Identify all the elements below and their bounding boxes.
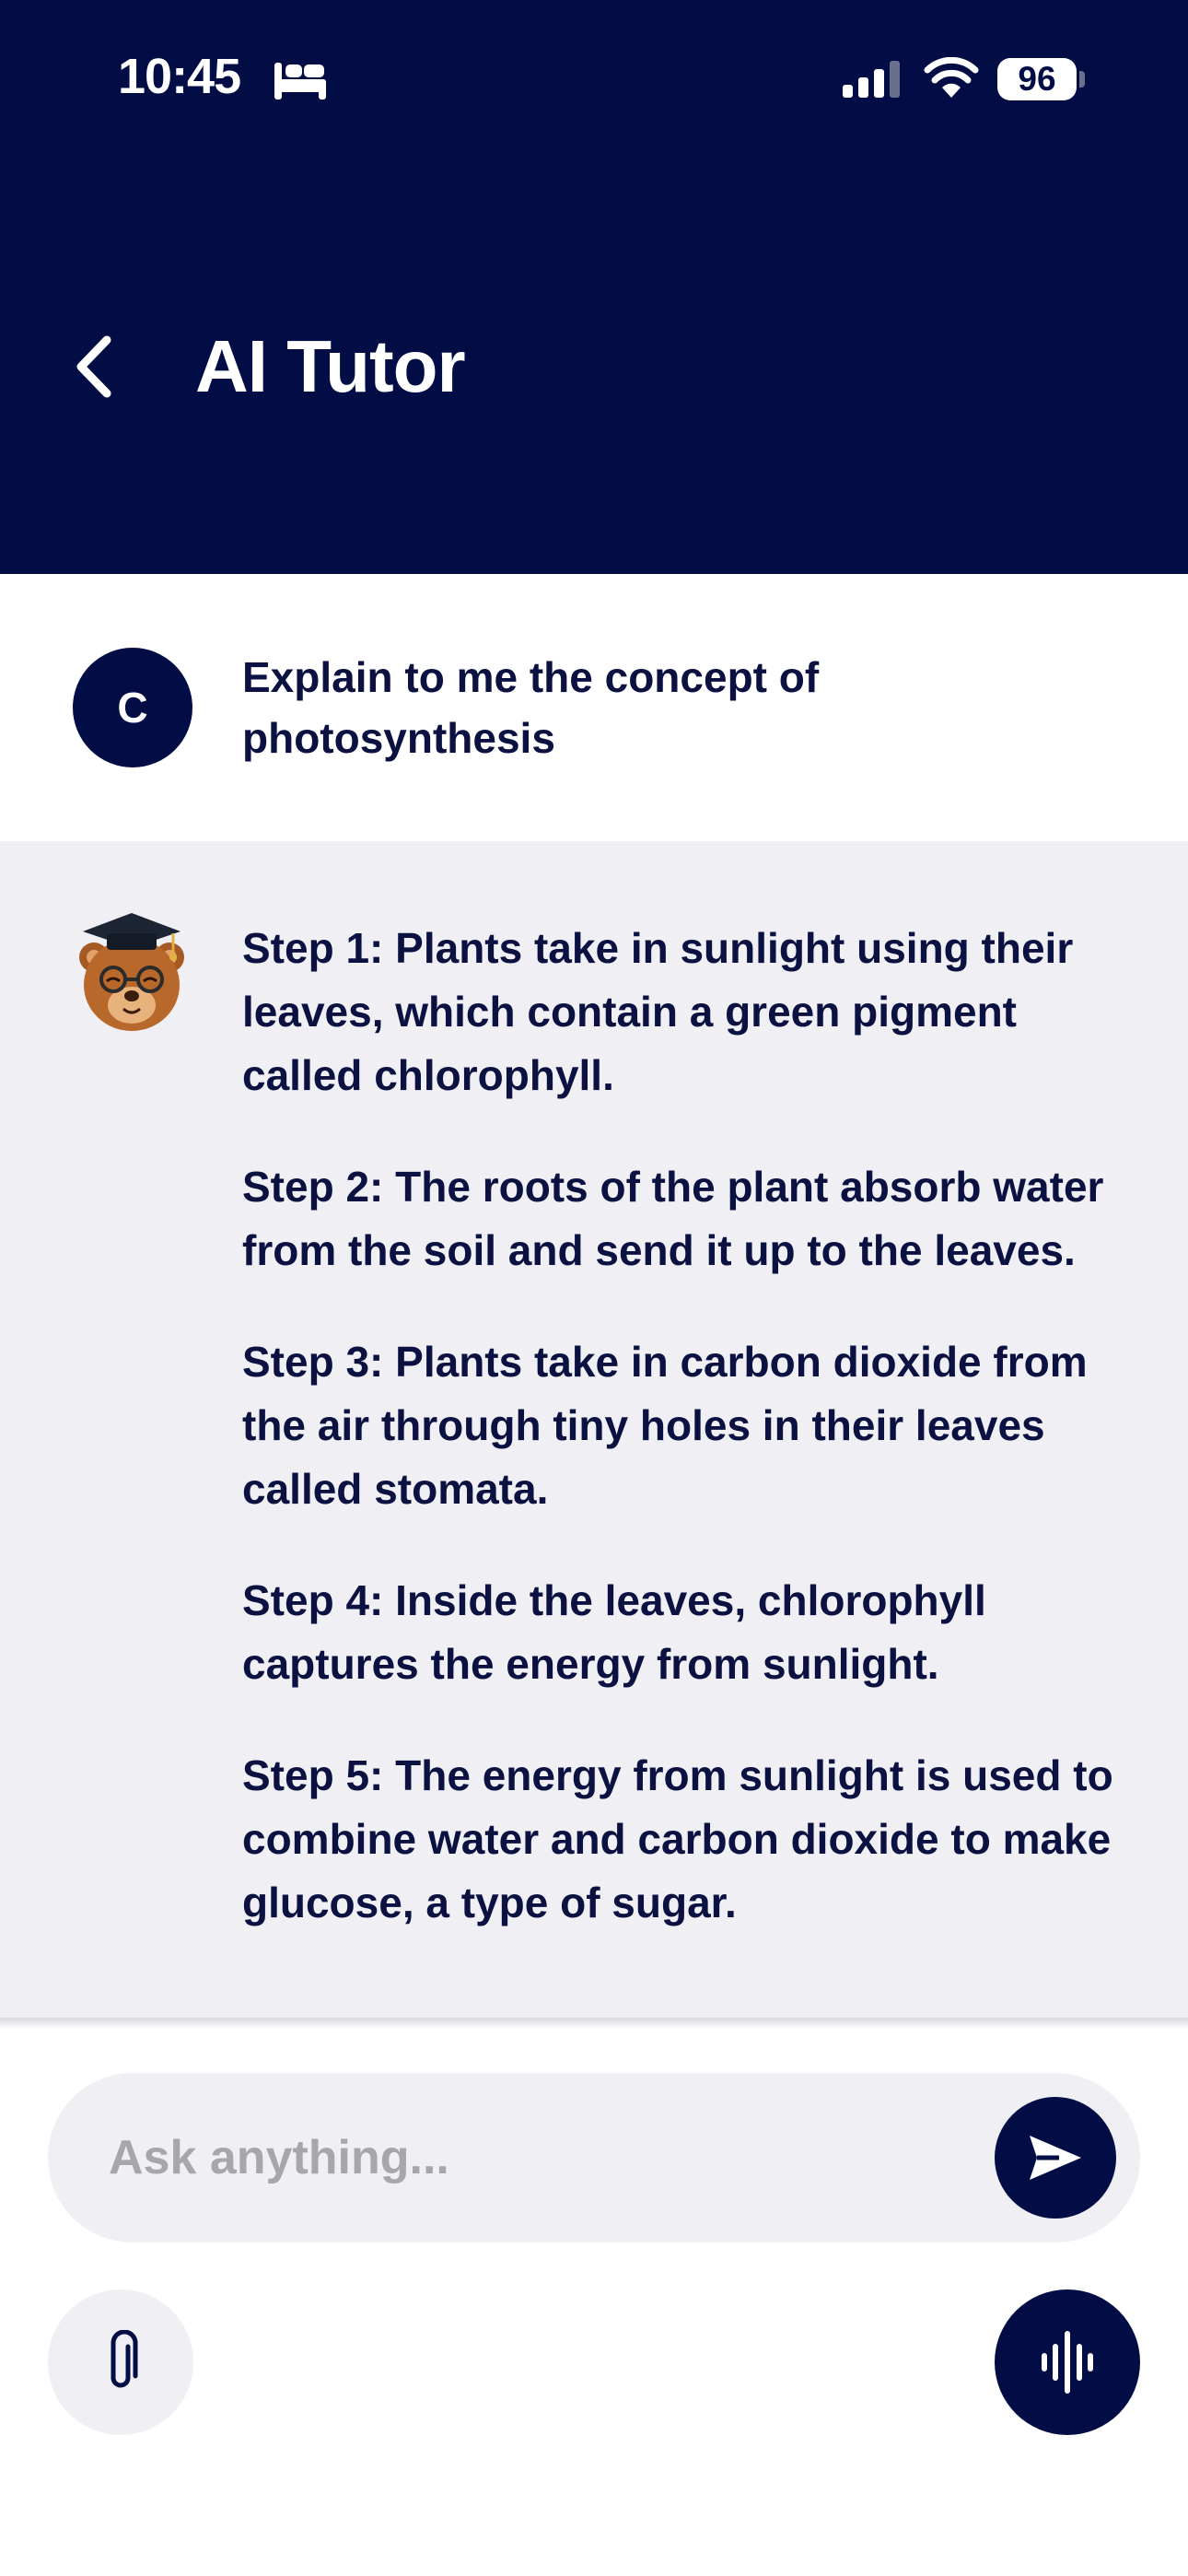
ask-input[interactable] (109, 2073, 974, 2242)
voice-waveform-icon (1042, 2331, 1093, 2394)
step-text: Step 1: Plants take in sunlight using th… (242, 924, 1074, 1099)
composer-bar (48, 2073, 1140, 2242)
send-button[interactable] (995, 2097, 1116, 2219)
wifi-icon (924, 57, 979, 98)
step-text: Step 2: The roots of the plant absorb wa… (242, 1163, 1104, 1274)
chevron-left-icon (76, 335, 111, 398)
status-time: 10:45 (118, 49, 241, 104)
attach-button[interactable] (48, 2289, 193, 2435)
step-text: Step 4: Inside the leaves, chlorophyll c… (242, 1576, 986, 1688)
app-header: 10:45 96 AI Tutor (0, 0, 1188, 574)
step-text: Step 3: Plants take in carbon dioxide fr… (242, 1338, 1088, 1513)
battery-tip (1079, 71, 1085, 88)
signal-icon (843, 61, 900, 98)
user-message: Explain to me the concept of photosynthe… (242, 653, 820, 762)
user-avatar: C (73, 648, 192, 767)
paperclip-icon (111, 2330, 138, 2388)
battery-indicator: 96 (997, 58, 1077, 100)
bear-graduate-icon (79, 913, 184, 1031)
page-title: AI Tutor (195, 325, 466, 407)
voice-button[interactable] (995, 2289, 1140, 2435)
back-button[interactable] (61, 324, 125, 409)
send-icon (1030, 2136, 1081, 2180)
step-text: Step 5: The energy from sunlight is used… (242, 1751, 1113, 1926)
composer-divider (0, 2018, 1188, 2029)
bed-icon (274, 63, 326, 100)
assistant-steps: Step 1: Plants take in sunlight using th… (242, 917, 1126, 1983)
